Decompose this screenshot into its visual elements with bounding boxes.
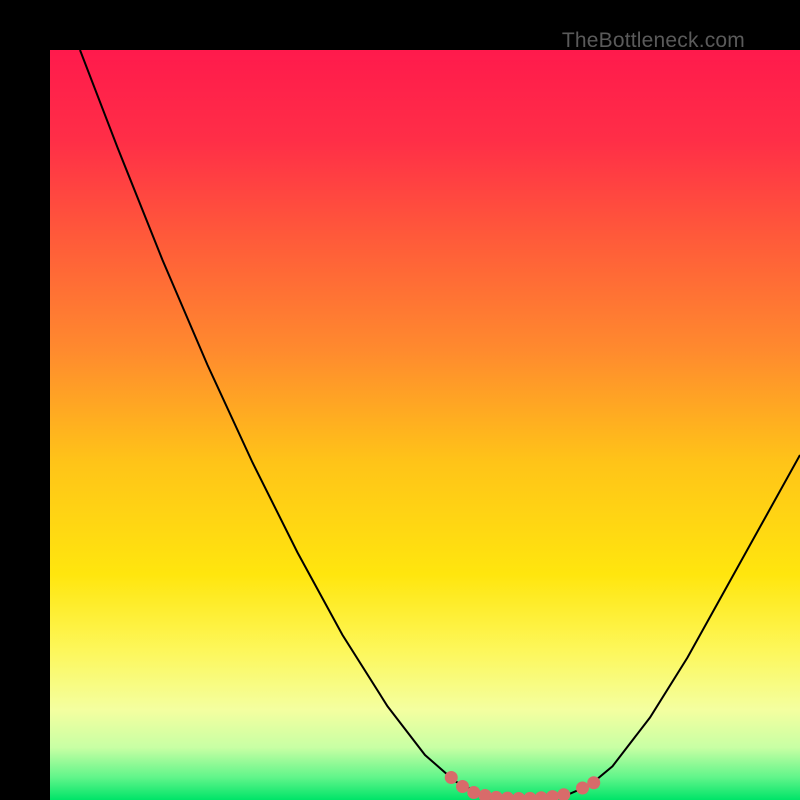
note-marker <box>456 780 469 793</box>
gradient-background <box>50 50 800 800</box>
note-marker <box>467 786 480 799</box>
note-marker <box>576 782 589 795</box>
note-marker <box>445 771 458 784</box>
chart-frame: TheBottleneck.com <box>0 0 800 800</box>
bottleneck-plot <box>50 50 800 800</box>
note-marker <box>587 776 600 789</box>
watermark-text: TheBottleneck.com <box>562 29 745 53</box>
